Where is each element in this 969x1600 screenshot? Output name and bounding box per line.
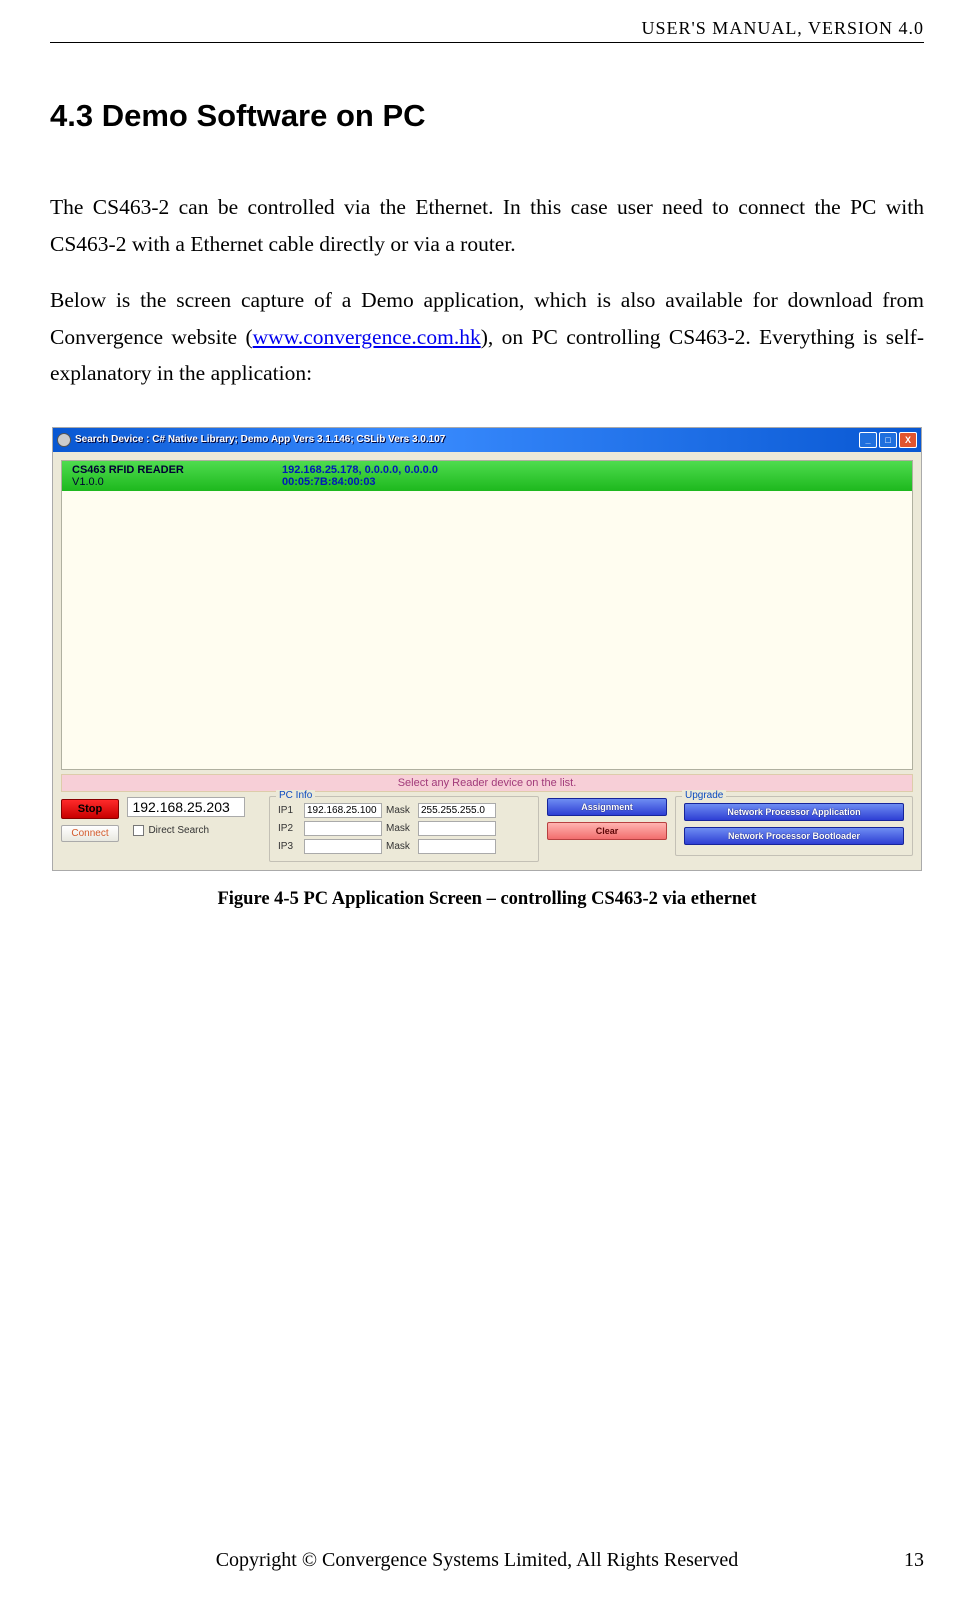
- ip2-label: IP2: [278, 823, 300, 834]
- app-icon: [57, 433, 71, 447]
- page-number: 13: [904, 1549, 924, 1572]
- device-version: V1.0.0: [72, 476, 282, 488]
- mask3-input[interactable]: [418, 839, 496, 854]
- direct-search-label: Direct Search: [148, 825, 209, 836]
- stop-button[interactable]: Stop: [61, 799, 119, 819]
- maximize-icon[interactable]: □: [879, 432, 897, 448]
- pc-info-row: IP1 Mask: [278, 803, 530, 818]
- ip3-input[interactable]: [304, 839, 382, 854]
- assignment-button[interactable]: Assignment: [547, 798, 667, 816]
- page-header: USER'S MANUAL, VERSION 4.0: [50, 18, 924, 43]
- window-title: Search Device : C# Native Library; Demo …: [75, 434, 855, 445]
- pc-info-row: IP2 Mask: [278, 821, 530, 836]
- window-titlebar: Search Device : C# Native Library; Demo …: [53, 428, 921, 452]
- device-name: CS463 RFID READER: [72, 464, 282, 476]
- upgrade-group: Upgrade Network Processor Application Ne…: [675, 796, 913, 856]
- figure-text: PC Application Screen – controlling CS46…: [299, 889, 757, 909]
- mask1-label: Mask: [386, 805, 414, 816]
- device-row[interactable]: CS463 RFID READER V1.0.0 192.168.25.178,…: [62, 461, 912, 491]
- device-list-panel[interactable]: CS463 RFID READER V1.0.0 192.168.25.178,…: [61, 460, 913, 770]
- figure-caption: Figure 4-5 PC Application Screen – contr…: [50, 889, 924, 910]
- pc-info-legend: PC Info: [276, 790, 315, 801]
- connect-button[interactable]: Connect: [61, 825, 119, 842]
- device-mac: 00:05:7B:84:00:03: [282, 476, 438, 488]
- paragraph-1: The CS463-2 can be controlled via the Et…: [50, 189, 924, 262]
- checkbox-icon[interactable]: [133, 825, 144, 836]
- ip3-label: IP3: [278, 841, 300, 852]
- ip1-label: IP1: [278, 805, 300, 816]
- close-icon[interactable]: X: [899, 432, 917, 448]
- upgrade-legend: Upgrade: [682, 790, 726, 801]
- mask2-label: Mask: [386, 823, 414, 834]
- app-screenshot: Search Device : C# Native Library; Demo …: [52, 427, 922, 871]
- ip-display-field[interactable]: 192.168.25.203: [127, 797, 245, 817]
- ip1-input[interactable]: [304, 803, 382, 818]
- section-title: 4.3 Demo Software on PC: [50, 98, 924, 134]
- pc-info-row: IP3 Mask: [278, 839, 530, 854]
- paragraph-2: Below is the screen capture of a Demo ap…: [50, 282, 924, 392]
- footer-copyright: Copyright © Convergence Systems Limited,…: [50, 1549, 904, 1572]
- direct-search-checkbox[interactable]: Direct Search: [133, 825, 209, 836]
- mask3-label: Mask: [386, 841, 414, 852]
- device-ips: 192.168.25.178, 0.0.0.0, 0.0.0.0: [282, 464, 438, 476]
- upgrade-bootloader-button[interactable]: Network Processor Bootloader: [684, 827, 904, 845]
- clear-button[interactable]: Clear: [547, 822, 667, 840]
- figure-number: Figure 4-5: [217, 889, 298, 909]
- upgrade-app-button[interactable]: Network Processor Application: [684, 803, 904, 821]
- ip2-input[interactable]: [304, 821, 382, 836]
- mask1-input[interactable]: [418, 803, 496, 818]
- instruction-bar: Select any Reader device on the list.: [61, 774, 913, 792]
- mask2-input[interactable]: [418, 821, 496, 836]
- minimize-icon[interactable]: _: [859, 432, 877, 448]
- convergence-link[interactable]: www.convergence.com.hk: [253, 325, 481, 349]
- pc-info-group: PC Info IP1 Mask IP2 Mask IP3: [269, 796, 539, 862]
